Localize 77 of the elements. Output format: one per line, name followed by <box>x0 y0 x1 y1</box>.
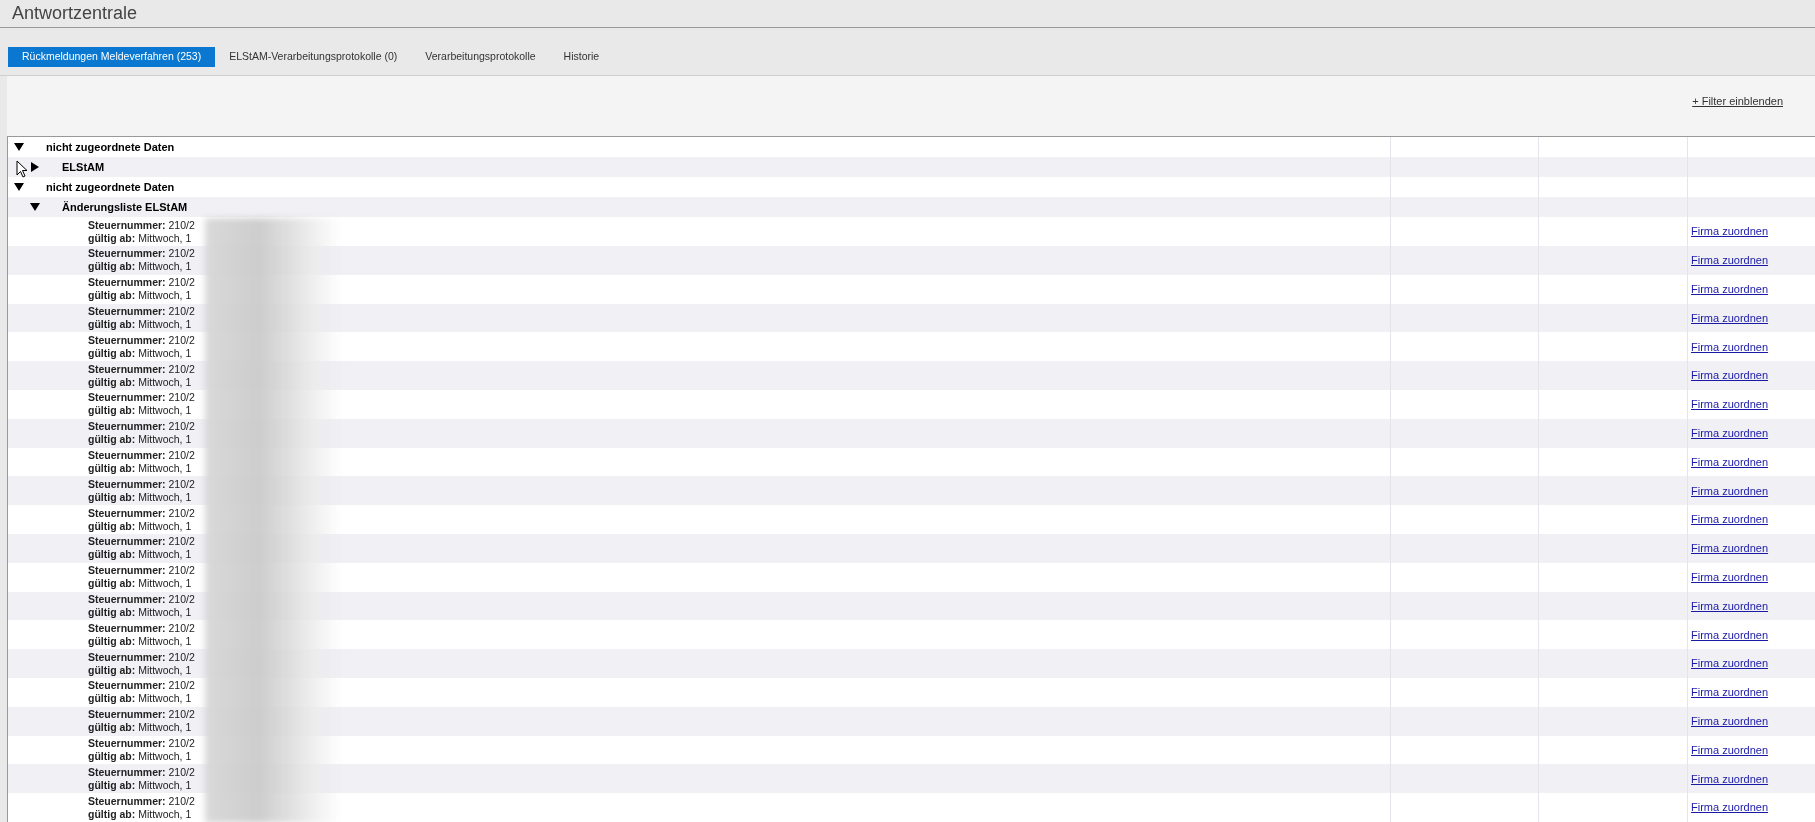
valid-from-text: gültig ab: Mittwoch, 1 <box>88 548 193 562</box>
valid-from-text: gültig ab: Mittwoch, 1 <box>88 634 193 648</box>
tax-number-text: Steuernummer: 210/2 <box>88 737 196 750</box>
valid-from-text: gültig ab: Mittwoch, 1 <box>88 462 193 476</box>
tax-number-text: Steuernummer: 210/2 <box>88 650 196 664</box>
expanded-caret-icon[interactable] <box>14 182 24 193</box>
valid-from-text: gültig ab: Mittwoch, 1 <box>88 692 193 706</box>
tax-number-text: Steuernummer: 210/2 <box>88 420 196 434</box>
valid-from-text: gültig ab: Mittwoch, 1 <box>88 663 193 677</box>
tree-node-label[interactable]: Änderungsliste ELStAM <box>62 199 188 216</box>
page-title: Antwortzentrale <box>12 2 138 25</box>
tax-number-text: Steuernummer: 210/2 <box>88 506 196 520</box>
assign-company-link[interactable]: Firma zuordnen <box>1691 770 1769 788</box>
assign-company-link[interactable]: Firma zuordnen <box>1691 482 1769 500</box>
tax-number-text: Steuernummer: 210/2 <box>88 794 196 808</box>
assign-company-link[interactable]: Firma zuordnen <box>1691 626 1769 644</box>
tax-number-text: Steuernummer: 210/2 <box>88 477 196 491</box>
tax-number-text: Steuernummer: 210/2 <box>88 333 196 347</box>
valid-from-text: gültig ab: Mittwoch, 1 <box>88 721 193 735</box>
tax-number-text: Steuernummer: 210/2 <box>88 765 196 779</box>
tax-number-text: Steuernummer: 210/2 <box>88 218 196 232</box>
tab[interactable]: ELStAM-Verarbeitungsprotokolle (0) <box>215 47 412 67</box>
assign-company-link[interactable]: Firma zuordnen <box>1691 223 1769 240</box>
valid-from-text: gültig ab: Mittwoch, 1 <box>88 606 193 619</box>
valid-from-text: gültig ab: Mittwoch, 1 <box>88 375 193 389</box>
tax-number-text: Steuernummer: 210/2 <box>88 391 196 405</box>
tax-number-text: Steuernummer: 210/2 <box>88 276 196 290</box>
assign-company-link[interactable]: Firma zuordnen <box>1691 684 1769 701</box>
valid-from-text: gültig ab: Mittwoch, 1 <box>88 807 193 821</box>
tab[interactable]: Rückmeldungen Meldeverfahren (253) <box>8 47 216 67</box>
assign-company-link[interactable]: Firma zuordnen <box>1691 568 1769 586</box>
assign-company-link[interactable]: Firma zuordnen <box>1691 712 1769 730</box>
tax-number-text: Steuernummer: 210/2 <box>88 305 196 319</box>
assign-company-link[interactable]: Firma zuordnen <box>1691 367 1769 384</box>
valid-from-text: gültig ab: Mittwoch, 1 <box>88 231 193 245</box>
tax-number-text: Steuernummer: 210/2 <box>88 621 196 635</box>
valid-from-text: gültig ab: Mittwoch, 1 <box>88 289 193 303</box>
tree-node-label[interactable]: nicht zugeordnete Daten <box>46 139 175 156</box>
valid-from-text: gültig ab: Mittwoch, 1 <box>88 260 193 274</box>
tree-node-label[interactable]: ELStAM <box>62 159 105 176</box>
valid-from-text: gültig ab: Mittwoch, 1 <box>88 346 193 360</box>
assign-company-link[interactable]: Firma zuordnen <box>1691 281 1769 298</box>
tax-number-text: Steuernummer: 210/2 <box>88 449 196 463</box>
tax-number-text: Steuernummer: 210/2 <box>88 593 196 606</box>
assign-company-link[interactable]: Firma zuordnen <box>1691 799 1769 816</box>
valid-from-text: gültig ab: Mittwoch, 1 <box>88 404 193 418</box>
assign-company-link[interactable]: Firma zuordnen <box>1691 396 1769 413</box>
assign-company-link[interactable]: Firma zuordnen <box>1691 252 1769 269</box>
assign-company-link[interactable]: Firma zuordnen <box>1691 655 1769 672</box>
expanded-caret-icon[interactable] <box>30 202 40 213</box>
valid-from-text: gültig ab: Mittwoch, 1 <box>88 750 193 763</box>
valid-from-text: gültig ab: Mittwoch, 1 <box>88 778 193 792</box>
tax-number-text: Steuernummer: 210/2 <box>88 708 196 722</box>
assign-company-link[interactable]: Firma zuordnen <box>1691 597 1769 615</box>
tax-number-text: Steuernummer: 210/2 <box>88 535 196 549</box>
assign-company-link[interactable]: Firma zuordnen <box>1691 741 1769 759</box>
tax-number-text: Steuernummer: 210/2 <box>88 564 196 578</box>
tax-number-text: Steuernummer: 210/2 <box>88 679 196 693</box>
collapsed-caret-icon[interactable] <box>30 162 40 173</box>
tab[interactable]: Verarbeitungsprotokolle <box>411 47 550 67</box>
tab[interactable]: Historie <box>549 47 614 67</box>
assign-company-link[interactable]: Firma zuordnen <box>1691 453 1769 471</box>
assign-company-link[interactable]: Firma zuordnen <box>1691 338 1769 356</box>
assign-company-link[interactable]: Firma zuordnen <box>1691 540 1769 557</box>
tree-node-label[interactable]: nicht zugeordnete Daten <box>46 179 175 196</box>
assign-company-link[interactable]: Firma zuordnen <box>1691 511 1769 528</box>
show-filter-link[interactable]: + Filter einblenden <box>1692 93 1783 110</box>
expanded-caret-icon[interactable] <box>14 142 24 153</box>
valid-from-text: gültig ab: Mittwoch, 1 <box>88 318 193 332</box>
valid-from-text: gültig ab: Mittwoch, 1 <box>88 519 193 533</box>
valid-from-text: gültig ab: Mittwoch, 1 <box>88 577 193 591</box>
valid-from-text: gültig ab: Mittwoch, 1 <box>88 490 193 504</box>
tax-number-text: Steuernummer: 210/2 <box>88 362 196 376</box>
valid-from-text: gültig ab: Mittwoch, 1 <box>88 433 193 447</box>
assign-company-link[interactable]: Firma zuordnen <box>1691 309 1769 327</box>
assign-company-link[interactable]: Firma zuordnen <box>1691 425 1769 442</box>
tax-number-text: Steuernummer: 210/2 <box>88 247 196 261</box>
